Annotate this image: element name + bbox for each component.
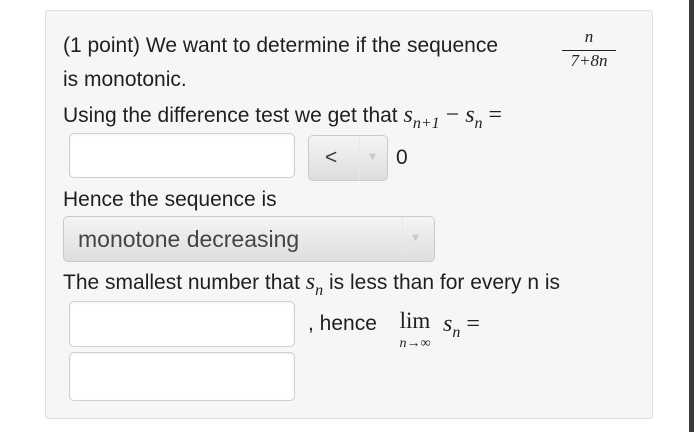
hence-lim-text: , hence [308, 312, 377, 335]
inequality-selected-value: < [325, 146, 338, 169]
intro-text: (1 point) We want to determine if the se… [63, 34, 499, 57]
inequality-select[interactable]: < ▼ [308, 135, 388, 181]
s-subscript-n: n [452, 323, 461, 341]
s-symbol: s [305, 269, 316, 295]
s-symbol: s [403, 102, 413, 128]
sequence-type-select[interactable]: monotone decreasing ▼ [63, 216, 435, 262]
sequence-fraction: n 7+8n [560, 28, 618, 72]
limit-answer-input[interactable] [69, 352, 295, 401]
s-subscript-n-plus-1: n+1 [412, 114, 440, 132]
smallest-text-part1: The smallest number that [63, 271, 300, 294]
lower-bound-answer-input[interactable] [69, 301, 295, 347]
select-divider [402, 217, 403, 261]
difference-line: Using the difference test we get that sn… [63, 102, 502, 137]
lim-subscript: n→∞ [399, 336, 431, 351]
minus-sign: − [445, 102, 460, 128]
window-edge [689, 0, 694, 432]
select-divider [359, 136, 360, 180]
smallest-number-line: The smallest number that sn is less than… [63, 269, 560, 304]
hence-text: Hence the sequence is [63, 188, 277, 211]
fraction-denominator: 7+8n [570, 51, 608, 70]
s-symbol: s [443, 311, 453, 337]
lim-word: lim [399, 308, 431, 333]
smallest-text-part2: is less than for every n is [328, 271, 561, 294]
chevron-down-icon: ▼ [410, 232, 421, 244]
s-subscript-n: n [315, 281, 324, 299]
equals-sign: = [488, 102, 503, 128]
equals-sign: = [466, 311, 480, 337]
s-subscript-n: n [474, 114, 483, 132]
limit-expression: sn = [443, 311, 480, 346]
difference-expression: sn+1 − sn = [403, 102, 503, 132]
chevron-down-icon: ▼ [367, 151, 378, 163]
sequence-type-selected-value: monotone decreasing [78, 226, 300, 252]
intro-end-text: is monotonic. [63, 68, 187, 91]
limit-operator: lim n→∞ [390, 308, 440, 358]
s-symbol: s [465, 102, 475, 128]
zero-value: 0 [396, 146, 408, 169]
fraction-numerator: n [584, 27, 594, 46]
difference-answer-input[interactable] [69, 133, 295, 178]
s-n-expression: sn [305, 269, 323, 299]
difference-text: Using the difference test we get that [63, 104, 398, 127]
